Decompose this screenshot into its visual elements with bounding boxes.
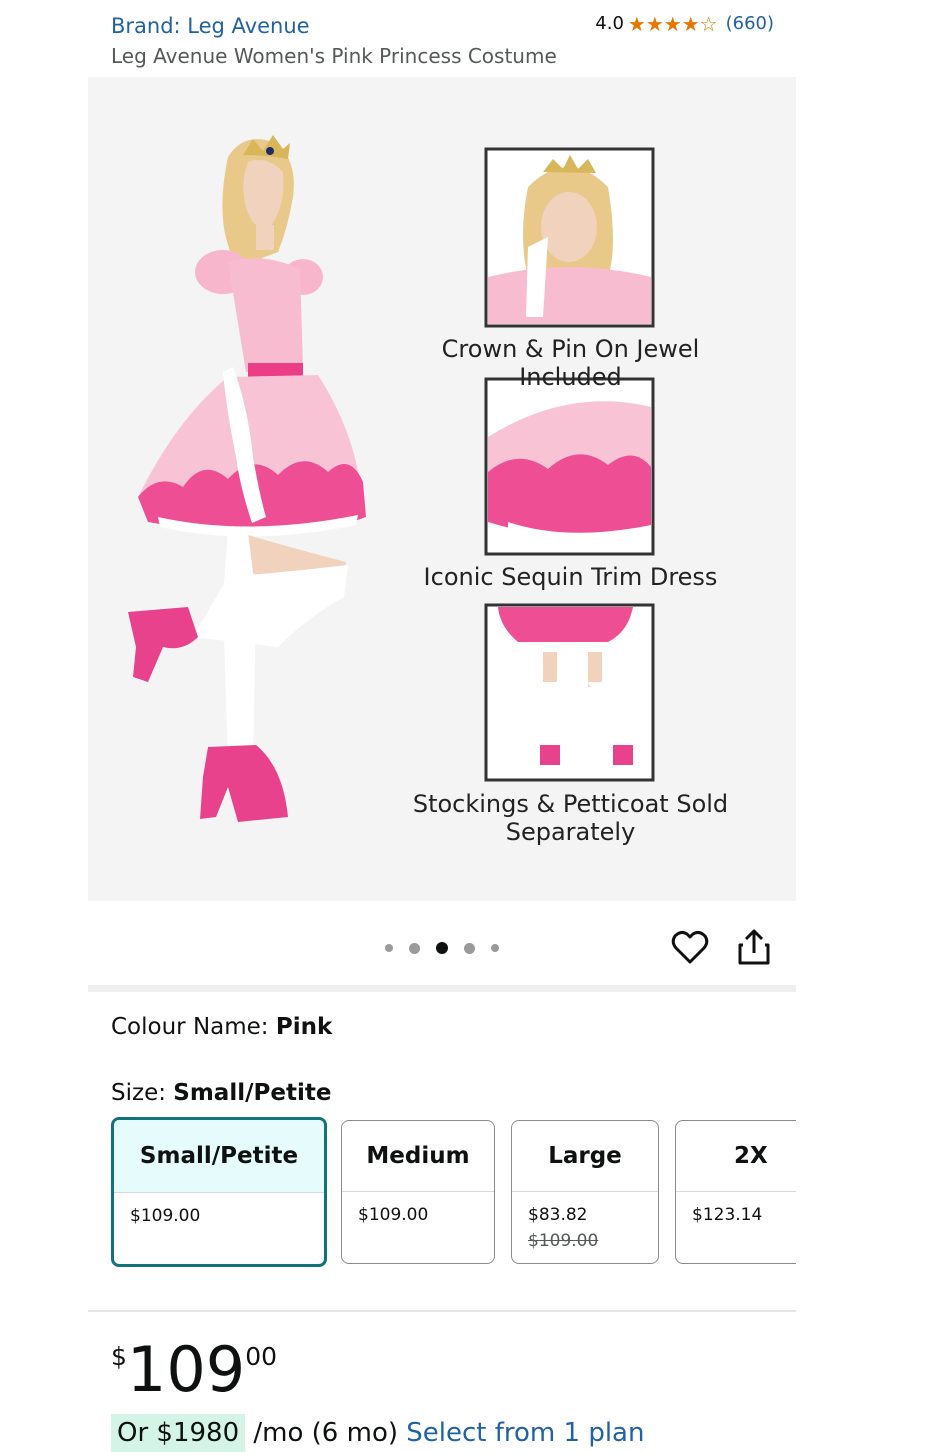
carousel-dot[interactable]: [409, 942, 420, 954]
detail-thumbnail-3: [484, 603, 655, 782]
select-plan-link[interactable]: Select from 1 plan: [406, 1418, 644, 1448]
model-figure: [128, 135, 366, 822]
heart-icon[interactable]: [671, 929, 709, 967]
colour-value: Pink: [275, 1014, 333, 1040]
size-option-name: Medium: [342, 1121, 494, 1192]
size-option-price: $83.82: [528, 1205, 588, 1225]
size-swatches: Small/Petite $109.00 Medium $109.00 Larg…: [111, 1117, 796, 1269]
size-option-name: Small/Petite: [114, 1120, 324, 1193]
share-icon[interactable]: [737, 928, 771, 966]
size-option-medium[interactable]: Medium $109.00: [341, 1120, 495, 1264]
monthly-plan-row: Or $1980 /mo (6 mo) Select from 1 plan: [111, 1414, 644, 1452]
star-outline-icon: ☆: [699, 11, 718, 36]
price-whole: 109: [126, 1333, 246, 1406]
monthly-amount: Or $1980: [111, 1414, 246, 1452]
brand-link[interactable]: Brand: Leg Avenue: [111, 14, 310, 38]
colour-label: Colour Name:: [111, 1014, 276, 1040]
star-icon: ★: [681, 11, 700, 36]
size-option-small-petite[interactable]: Small/Petite $109.00: [111, 1117, 327, 1267]
size-option-price-block: $83.82 $109.00: [512, 1192, 658, 1254]
star-icon: ★: [627, 11, 646, 36]
price-fraction: 00: [245, 1342, 278, 1371]
rating-count[interactable]: (660): [726, 13, 774, 34]
section-divider: [88, 985, 796, 992]
carousel-dot[interactable]: [491, 944, 499, 952]
detail-thumbnail-2: [484, 377, 655, 556]
size-label: Size:: [111, 1080, 174, 1106]
star-icon: ★: [645, 11, 664, 36]
rating-summary[interactable]: 4.0 ★ ★ ★ ★ ☆ (660): [595, 13, 774, 34]
size-option-price: $109.00: [130, 1206, 201, 1226]
caption-2: Iconic Sequin Trim Dress: [423, 563, 718, 591]
star-icon: ★: [663, 11, 682, 36]
size-option-price: $123.14: [692, 1205, 763, 1225]
product-price: $ 109 00: [111, 1336, 277, 1404]
caption-1: Crown & Pin On Jewel Included: [441, 335, 700, 391]
carousel-dot[interactable]: [385, 944, 393, 952]
colour-name-row: Colour Name: Pink: [111, 1014, 332, 1040]
product-image[interactable]: Crown & Pin On Jewel Included Iconic Seq…: [88, 77, 796, 901]
carousel-dot[interactable]: [464, 942, 475, 954]
caption-3: Stockings & Petticoat Sold Separately: [412, 790, 729, 846]
price-currency: $: [111, 1342, 127, 1371]
size-option-price: $109.00: [358, 1205, 429, 1225]
monthly-term: /mo (6 mo): [245, 1418, 407, 1448]
section-divider: [88, 1310, 796, 1312]
size-option-2x[interactable]: 2X $123.14: [675, 1120, 796, 1264]
size-value: Small/Petite: [173, 1080, 332, 1106]
costume-image-illustration: [128, 135, 655, 822]
star-rating: ★ ★ ★ ★ ☆: [628, 14, 718, 34]
size-option-large[interactable]: Large $83.82 $109.00: [511, 1120, 659, 1264]
size-row: Size: Small/Petite: [111, 1080, 331, 1106]
size-option-name: 2X: [676, 1121, 796, 1192]
size-option-was-price: $109.00: [528, 1231, 599, 1251]
product-detail-column: Brand: Leg Avenue Leg Avenue Women's Pin…: [88, 0, 796, 1452]
carousel-dot-active[interactable]: [436, 942, 448, 954]
detail-thumbnail-1: [484, 147, 655, 328]
rating-value: 4.0: [595, 13, 624, 34]
size-option-name: Large: [512, 1121, 658, 1192]
product-title: Leg Avenue Women's Pink Princess Costume: [111, 44, 557, 68]
